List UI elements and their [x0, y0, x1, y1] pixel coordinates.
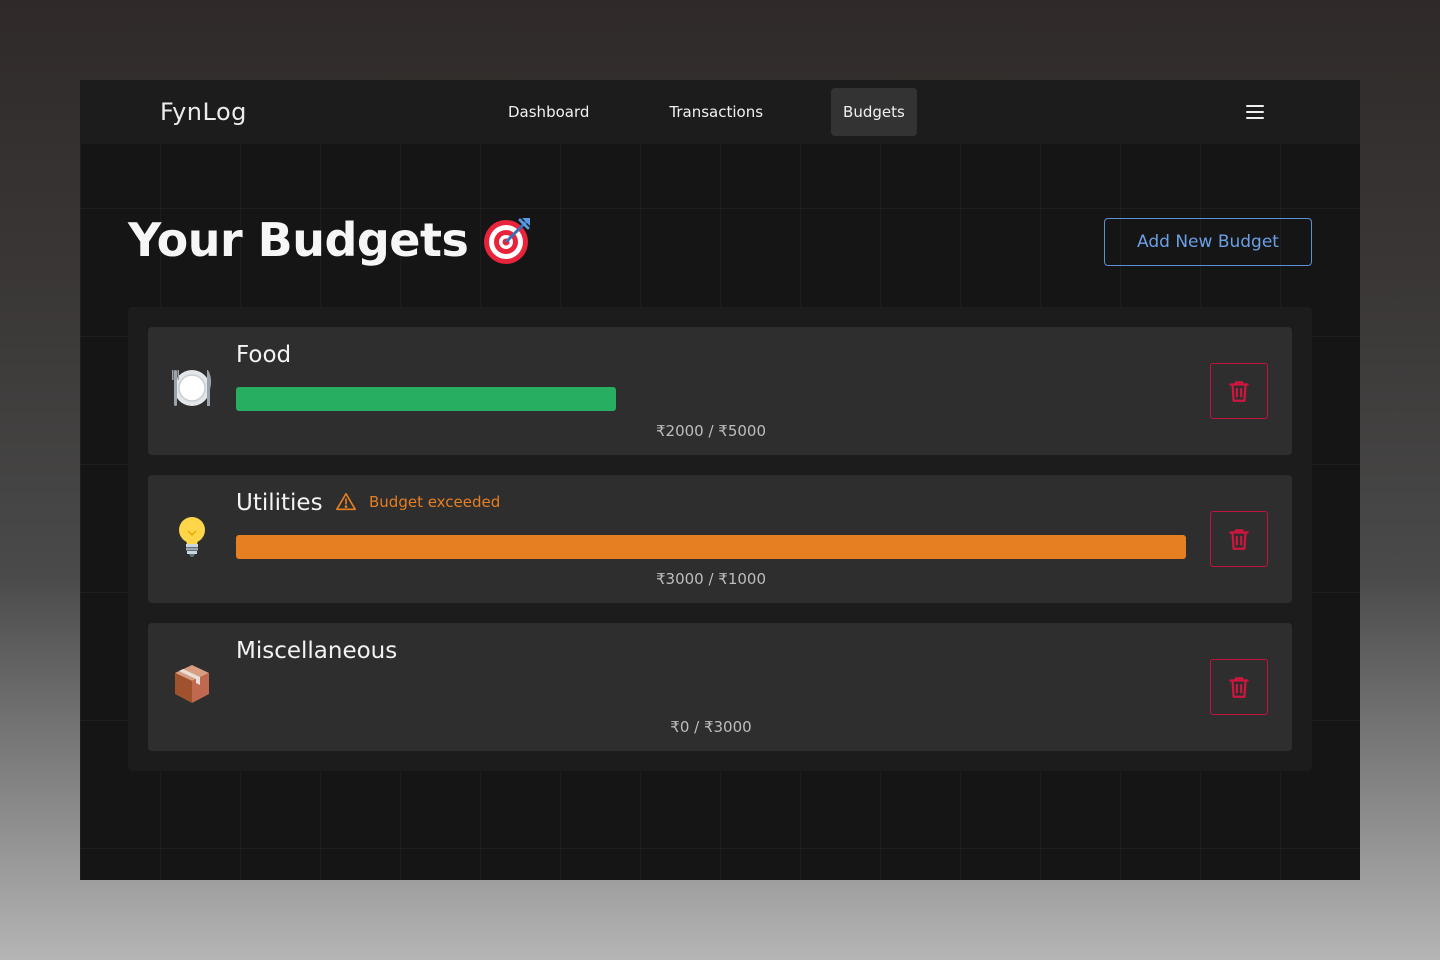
- delete-budget-button[interactable]: [1210, 511, 1268, 567]
- budget-name: Miscellaneous: [236, 638, 398, 664]
- budget-list: Food ₹2000 / ₹5000 Utilities Budget exce…: [128, 307, 1312, 771]
- nav-link-budgets[interactable]: Budgets: [831, 88, 917, 136]
- budget-warning: Budget exceeded: [335, 489, 500, 515]
- budget-card-miscellaneous: Miscellaneous ₹0 / ₹3000: [148, 623, 1292, 751]
- budget-amount: ₹2000 / ₹5000: [655, 422, 767, 440]
- budget-warning-text: Budget exceeded: [369, 493, 501, 511]
- trash-icon: [1229, 529, 1249, 550]
- brand-logo[interactable]: FynLog: [160, 96, 247, 128]
- budget-name: Food: [236, 342, 292, 368]
- add-new-budget-button[interactable]: Add New Budget: [1104, 218, 1312, 266]
- budget-amount: ₹0 / ₹3000: [670, 718, 752, 736]
- progress-bar-fill: [236, 535, 1186, 559]
- warning-triangle-icon: [336, 492, 356, 511]
- budget-card-utilities: Utilities Budget exceeded ₹3000 / ₹1000: [148, 475, 1292, 603]
- trash-icon: [1229, 381, 1249, 402]
- page-title: Your Budgets: [128, 208, 534, 272]
- progress-bar-fill: [236, 387, 616, 411]
- plate-cutlery-icon: [170, 365, 214, 411]
- target-icon: [482, 214, 534, 266]
- progress-bar: [236, 387, 1186, 411]
- progress-bar: [236, 535, 1186, 559]
- nav-links: Dashboard Transactions Budgets: [496, 88, 917, 136]
- page-title-text: Your Budgets: [128, 213, 469, 267]
- trash-icon: [1229, 677, 1249, 698]
- light-bulb-icon: [170, 513, 214, 559]
- budget-amount: ₹3000 / ₹1000: [655, 570, 767, 588]
- app-window: FynLog Dashboard Transactions Budgets Yo…: [80, 80, 1360, 880]
- delete-budget-button[interactable]: [1210, 363, 1268, 419]
- hamburger-menu-icon[interactable]: [1246, 104, 1266, 120]
- delete-budget-button[interactable]: [1210, 659, 1268, 715]
- budget-name: Utilities: [236, 490, 323, 516]
- nav-link-dashboard[interactable]: Dashboard: [496, 88, 601, 136]
- package-box-icon: [170, 661, 214, 707]
- budget-card-food: Food ₹2000 / ₹5000: [148, 327, 1292, 455]
- top-navbar: FynLog Dashboard Transactions Budgets: [80, 80, 1360, 144]
- nav-link-transactions[interactable]: Transactions: [657, 88, 775, 136]
